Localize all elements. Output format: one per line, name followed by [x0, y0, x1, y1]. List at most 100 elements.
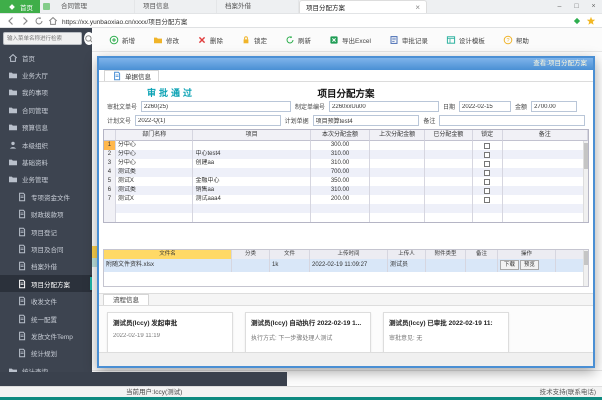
- sidebar-item-收发文件[interactable]: 收发文件: [0, 292, 92, 309]
- sidebar-item-合同管理[interactable]: 合同管理: [0, 101, 92, 118]
- sidebar-item-预算信息[interactable]: 预算信息: [0, 119, 92, 136]
- sidebar-item-财政拨款项[interactable]: 财政拨款项: [0, 206, 92, 223]
- toolbar-button-修改[interactable]: 修改: [144, 28, 188, 51]
- grid-scrollbar[interactable]: [583, 141, 588, 222]
- toolbar-button-导出Excel[interactable]: 导出Excel: [320, 28, 380, 51]
- lock-cell[interactable]: [473, 150, 503, 159]
- field-planno-input[interactable]: [135, 115, 281, 126]
- dialog-footer: [99, 352, 593, 366]
- table-row[interactable]: [104, 213, 588, 222]
- sidebar-item-本级组织[interactable]: 本级组织: [0, 136, 92, 153]
- lock-checkbox[interactable]: [484, 187, 491, 194]
- field-remark-input[interactable]: [439, 115, 585, 126]
- browser-tab-2[interactable]: 档案外借: [217, 0, 299, 13]
- grid-cell: [503, 204, 588, 213]
- close-button[interactable]: ×: [585, 0, 602, 13]
- back-icon[interactable]: [6, 16, 16, 26]
- sidebar-item-首页[interactable]: 首页: [0, 49, 92, 66]
- doc-icon: [17, 296, 27, 306]
- forward-icon[interactable]: [20, 16, 30, 26]
- lock-cell[interactable]: [473, 141, 503, 150]
- sidebar-item-项目分配方案[interactable]: 项目分配方案: [0, 275, 92, 293]
- folder-icon: [8, 87, 18, 97]
- flow-tabstrip: 流程信息: [99, 294, 593, 306]
- minimize-button[interactable]: –: [551, 0, 568, 13]
- sidebar-item-业务管理[interactable]: 业务管理: [0, 171, 92, 188]
- home-icon[interactable]: [48, 16, 58, 26]
- table-row[interactable]: 5 测试X 金融中心 350.00: [104, 177, 588, 186]
- attachments-scrollbar-thumb[interactable]: [584, 251, 588, 265]
- browser-tab-0[interactable]: 合同管理: [53, 0, 135, 13]
- table-row[interactable]: 6 测试类 销售aa 310.00: [104, 186, 588, 195]
- table-row[interactable]: 1 分中心 300.00: [104, 141, 588, 150]
- toolbar-button-label: 导出Excel: [342, 37, 371, 45]
- grid-scrollbar-thumb[interactable]: [584, 143, 588, 169]
- lock-cell[interactable]: [473, 186, 503, 195]
- sidebar-item-档案外借[interactable]: 档案外借: [0, 258, 92, 275]
- field-date-input[interactable]: [459, 101, 512, 112]
- reload-icon[interactable]: [34, 16, 44, 26]
- dialog-titlebar[interactable]: 查看:项目分配方案: [99, 58, 593, 70]
- field-plandoc-input[interactable]: [312, 115, 420, 126]
- sidebar-item-项目登记[interactable]: 项目登记: [0, 223, 92, 240]
- tab-active[interactable]: 项目分配方案 ×: [299, 0, 427, 13]
- toolbar-button-审批记录[interactable]: 审批记录: [380, 28, 437, 51]
- table-row[interactable]: 7 测试X 测试aaa4 200.00: [104, 195, 588, 204]
- grid-cell: 测试类: [116, 168, 194, 177]
- table-row[interactable]: 3 分中心 创建aa 310.00: [104, 159, 588, 168]
- lock-checkbox[interactable]: [484, 178, 491, 185]
- flow-card-detail: 2022-02-19 11:19: [113, 333, 160, 339]
- lock-checkbox[interactable]: [484, 160, 491, 167]
- lock-cell[interactable]: [473, 195, 503, 204]
- lock-checkbox[interactable]: [484, 196, 491, 203]
- sidebar-item-基础资料[interactable]: 基础资料: [0, 153, 92, 170]
- browser-titlebar: 首页 合同管理 项目信息 档案外借 项目分配方案 × – □ ×: [0, 0, 602, 14]
- toolbar-button-刷新[interactable]: 刷新: [276, 28, 320, 51]
- pin-icon[interactable]: [43, 3, 50, 10]
- toolbar-button-删除[interactable]: 删除: [188, 28, 232, 51]
- lock-cell[interactable]: [473, 177, 503, 186]
- table-row[interactable]: [104, 204, 588, 213]
- tab-close-icon[interactable]: ×: [415, 3, 420, 12]
- lock-checkbox[interactable]: [484, 169, 491, 176]
- background-grid-fragment: [92, 370, 602, 371]
- preview-button[interactable]: 预览: [520, 260, 540, 270]
- toolbar-button-锁定[interactable]: 锁定: [232, 28, 276, 51]
- sidebar-item-项目及合同[interactable]: 项目及合同: [0, 240, 92, 257]
- sidebar-search-input[interactable]: [3, 32, 82, 45]
- lock-cell[interactable]: [473, 168, 503, 177]
- bookmark-star-icon[interactable]: [586, 16, 596, 26]
- field-remark-label: 备注: [423, 119, 436, 125]
- table-row[interactable]: 2 分中心 中心test4 310.00: [104, 150, 588, 159]
- sidebar-item-统计规划[interactable]: 统计规划: [0, 345, 92, 362]
- field-amount-input[interactable]: [531, 101, 578, 112]
- url-text[interactable]: https://xx.yunbaoxiao.cn/xxxx/项目分配方案: [62, 16, 568, 26]
- lock-checkbox[interactable]: [484, 151, 491, 158]
- toolbar-button-新增[interactable]: 新增: [100, 28, 144, 51]
- toolbar-button-帮助[interactable]: ? 帮助: [494, 28, 538, 51]
- tab-home[interactable]: 首页: [0, 0, 40, 13]
- table-row[interactable]: 4 测试类 700.00: [104, 168, 588, 177]
- browser-tab-1[interactable]: 项目信息: [135, 0, 217, 13]
- field-orderno-input[interactable]: [329, 101, 440, 112]
- lock-cell[interactable]: [473, 213, 503, 222]
- flow-tab[interactable]: 流程信息: [103, 294, 149, 305]
- extension-icon[interactable]: [572, 16, 582, 26]
- attachment-row[interactable]: 附随文件资料.xlsx 1k 2022-02-19 11:09:27 测试员 下载 预览: [104, 259, 588, 272]
- sidebar-item-统一配置[interactable]: 统一配置: [0, 310, 92, 327]
- lock-checkbox[interactable]: [484, 142, 491, 149]
- lock-cell[interactable]: [473, 159, 503, 168]
- lock-cell[interactable]: [473, 204, 503, 213]
- attachments-scrollbar[interactable]: [583, 250, 588, 286]
- download-button[interactable]: 下载: [500, 260, 520, 270]
- sidebar-item-发放文件Temp[interactable]: 发放文件Temp: [0, 327, 92, 344]
- record-icon: [389, 35, 399, 45]
- sidebar-item-专项资金文件[interactable]: 专项资金文件: [0, 188, 92, 205]
- field-docno-input[interactable]: [141, 101, 292, 112]
- search-button[interactable]: [84, 32, 92, 45]
- maximize-button[interactable]: □: [568, 0, 585, 13]
- dialog-tab-info[interactable]: 单据信息: [104, 70, 159, 81]
- sidebar-item-业务大厅[interactable]: 业务大厅: [0, 66, 92, 83]
- sidebar-item-我的事项[interactable]: 我的事项: [0, 84, 92, 101]
- toolbar-button-设计模板[interactable]: 设计模板: [437, 28, 494, 51]
